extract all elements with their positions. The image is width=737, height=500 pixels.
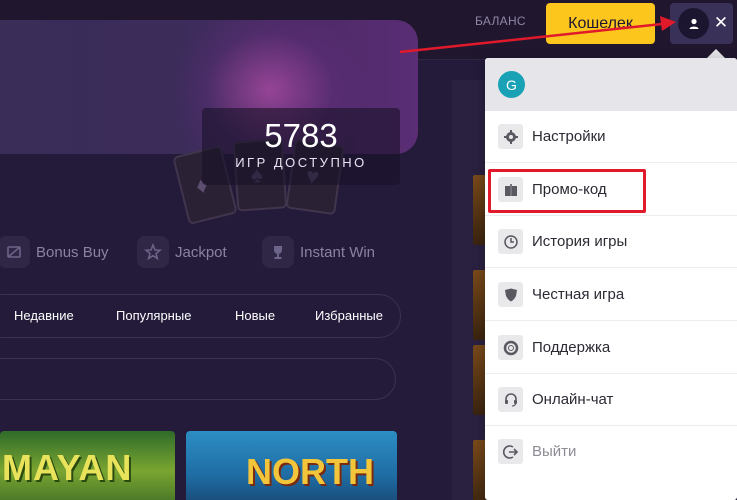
menu-item-settings[interactable]: Настройки — [485, 111, 737, 163]
gear-icon — [498, 124, 523, 149]
logout-icon — [498, 439, 523, 464]
search-input[interactable] — [0, 358, 396, 400]
balance-label: БАЛАНС — [475, 14, 526, 28]
highlight-annotation — [488, 169, 646, 213]
menu-item-fair-play[interactable]: Честная игра — [485, 269, 737, 321]
lifebuoy-icon — [498, 335, 523, 360]
games-count-label: ИГР ДОСТУПНО — [235, 155, 367, 170]
menu-item-label: Честная игра — [532, 286, 625, 303]
star-icon — [137, 236, 169, 268]
menu-user-avatar: G — [498, 71, 525, 98]
game-tile-north[interactable]: NORTH — [186, 431, 397, 500]
clock-icon — [498, 229, 523, 254]
game-title: NORTH — [246, 451, 374, 492]
category-instant-win[interactable]: Instant Win — [262, 232, 375, 272]
close-icon[interactable]: ✕ — [711, 12, 731, 34]
menu-item-label: Выйти — [532, 443, 577, 460]
menu-item-support[interactable]: Поддержка — [485, 322, 737, 374]
menu-item-label: Поддержка — [532, 339, 611, 356]
menu-item-game-history[interactable]: История игры — [485, 216, 737, 268]
category-label: Bonus Buy — [36, 243, 109, 261]
category-label: Jackpot — [175, 243, 227, 261]
menu-item-label: История игры — [532, 233, 628, 250]
filter-new[interactable]: Новые — [235, 308, 275, 323]
filter-popular[interactable]: Популярные — [116, 308, 191, 323]
game-title: MAYAN — [2, 447, 133, 488]
menu-item-label: Онлайн-чат — [532, 391, 614, 408]
wallet-button[interactable]: Кошелек — [546, 3, 655, 44]
user-avatar[interactable] — [678, 8, 709, 39]
menu-item-label: Настройки — [532, 128, 606, 145]
trophy-icon — [262, 236, 294, 268]
menu-item-logout[interactable]: Выйти — [485, 426, 737, 478]
headset-icon — [498, 387, 523, 412]
shield-icon — [498, 282, 523, 307]
user-icon — [689, 18, 698, 29]
games-count-box: 5783 ИГР ДОСТУПНО — [202, 108, 400, 185]
filter-favorites[interactable]: Избранные — [315, 308, 383, 323]
bonus-buy-icon — [0, 236, 30, 268]
games-count: 5783 — [264, 117, 338, 154]
category-label: Instant Win — [300, 243, 376, 261]
game-tile-mayan[interactable]: MAYAN — [0, 431, 175, 500]
menu-item-live-chat[interactable]: Онлайн-чат — [485, 374, 737, 426]
filter-recent[interactable]: Недавние — [14, 308, 74, 323]
category-jackpot[interactable]: Jackpot — [137, 232, 227, 272]
category-bonus-buy[interactable]: Bonus Buy — [0, 232, 109, 272]
